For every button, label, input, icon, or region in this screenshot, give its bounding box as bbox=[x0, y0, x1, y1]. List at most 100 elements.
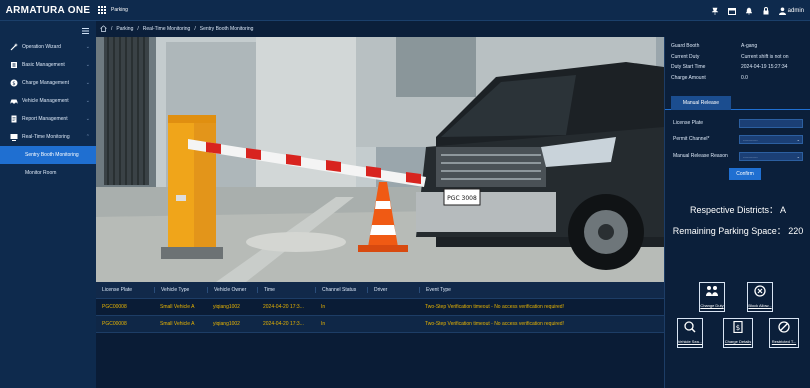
sidebar-item-label: Real-Time Monitoring bbox=[22, 134, 70, 140]
permit-channel-select[interactable]: ----------- ⌄ bbox=[739, 134, 803, 144]
sidebar-item-operation-wizard[interactable]: Operation Wizard ⌄ bbox=[0, 38, 96, 56]
sidebar-item-label: Basic Management bbox=[22, 62, 65, 68]
wand-icon bbox=[10, 43, 18, 51]
info-label: Duty Start Time bbox=[671, 64, 706, 71]
duty-icon bbox=[705, 284, 719, 302]
event-table: License Plate Vehicle Type Vehicle Owner… bbox=[96, 282, 664, 388]
breadcrumb: / Parking / Real-Time Monitoring / Sentr… bbox=[96, 21, 810, 37]
pin-icon[interactable] bbox=[711, 7, 719, 15]
charge-details-icon: $ bbox=[733, 320, 743, 338]
breadcrumb-item[interactable]: Parking bbox=[116, 26, 133, 32]
gear-icon bbox=[10, 61, 18, 69]
cell: Small Vehicle A bbox=[160, 304, 195, 310]
info-value: Current shift is not on bbox=[741, 53, 789, 60]
vehicle-search-icon bbox=[684, 320, 696, 338]
release-reason-select[interactable]: ----------- ⌄ bbox=[739, 151, 803, 161]
report-icon bbox=[10, 115, 18, 123]
camera-feed: PGC 3008 bbox=[96, 37, 664, 282]
username: admin bbox=[787, 7, 804, 14]
cell: yiqiang1002 bbox=[213, 304, 240, 310]
sidebar: Operation Wizard ⌄ Basic Management ⌄ $ … bbox=[0, 21, 96, 388]
manual-release-tabs: Manual Release bbox=[665, 96, 810, 110]
car-icon bbox=[10, 97, 18, 105]
action-label: Vehicle Sea... bbox=[677, 339, 703, 344]
app-grid-icon[interactable] bbox=[98, 5, 107, 15]
chevron-down-icon: ⌄ bbox=[796, 153, 800, 159]
info-value: 2024-04-19 15:27:34 bbox=[741, 64, 788, 71]
svg-text:$: $ bbox=[12, 81, 15, 87]
module-title: Parking bbox=[111, 7, 128, 13]
action-label: Change Duty bbox=[700, 303, 724, 308]
booth-info: Guard Booth A-gang Current Duty Current sh… bbox=[665, 37, 810, 87]
license-plate-label: License Plate bbox=[673, 120, 704, 126]
select-value: ----------- bbox=[743, 136, 758, 142]
breadcrumb-item[interactable]: Real-Time Monitoring bbox=[143, 26, 191, 32]
license-plate-input[interactable] bbox=[739, 118, 803, 128]
sidebar-item-real-time-monitoring[interactable]: Real-Time Monitoring ⌃ bbox=[0, 128, 96, 146]
sidebar-item-label: Vehicle Management bbox=[22, 98, 69, 104]
cell: PGC00008 bbox=[102, 304, 127, 310]
cell: PGC00008 bbox=[102, 321, 127, 327]
column-header: Driver bbox=[367, 287, 419, 293]
top-bar: ARMATURA ONE Parking admin bbox=[0, 0, 810, 21]
district-text: Respective Districts： A bbox=[689, 205, 787, 215]
svg-text:$: $ bbox=[736, 324, 740, 332]
table-header: License Plate Vehicle Type Vehicle Owner… bbox=[96, 282, 664, 299]
restricted-icon bbox=[778, 320, 790, 338]
info-label: Guard Booth bbox=[671, 43, 700, 50]
sidebar-item-label: Report Management bbox=[22, 116, 68, 122]
chevron-down-icon: ⌄ bbox=[85, 62, 90, 68]
sidebar-item-charge-management[interactable]: $ Charge Management ⌄ bbox=[0, 74, 96, 92]
sidebar-item-vehicle-management[interactable]: Vehicle Management ⌄ bbox=[0, 92, 96, 110]
chevron-down-icon: ⌄ bbox=[85, 44, 90, 50]
sidebar-item-basic-management[interactable]: Basic Management ⌄ bbox=[0, 56, 96, 74]
cell: 2024-04-20 17:3... bbox=[263, 304, 304, 310]
manual-release-form: License Plate Permit Channel* ----------… bbox=[665, 110, 810, 180]
user-menu[interactable]: admin bbox=[778, 7, 804, 15]
change-duty-button[interactable]: Change Duty bbox=[699, 282, 725, 312]
tab-manual-release[interactable]: Manual Release bbox=[671, 96, 731, 110]
bell-icon[interactable] bbox=[745, 7, 753, 15]
restricted-button[interactable]: Restricted T... bbox=[769, 318, 799, 348]
vehicle-search-button[interactable]: Vehicle Sea... bbox=[677, 318, 703, 348]
table-row[interactable]: PGC00008 Small Vehicle A yiqiang1002 202… bbox=[96, 299, 664, 316]
column-header: Time bbox=[257, 287, 315, 293]
chevron-up-icon: ⌃ bbox=[85, 134, 90, 140]
cell: Two-Step Verification timeout - No acces… bbox=[425, 304, 564, 310]
confirm-button[interactable]: Confirm bbox=[729, 168, 761, 180]
select-value: ----------- bbox=[743, 153, 758, 159]
coin-icon: $ bbox=[10, 79, 18, 87]
column-header: License Plate bbox=[102, 287, 133, 293]
release-reason-label: Manual Release Reason bbox=[673, 153, 728, 159]
right-panel: Guard Booth A-gang Current Duty Current sh… bbox=[664, 37, 810, 388]
cell: In bbox=[321, 321, 326, 327]
monitor-icon bbox=[10, 133, 18, 141]
permit-channel-label: Permit Channel* bbox=[673, 136, 710, 142]
block-allow-button[interactable]: Block Allow... bbox=[747, 282, 773, 312]
remaining-spaces-text: Remaining Parking Space： 220 bbox=[672, 226, 804, 236]
calendar-icon[interactable] bbox=[727, 7, 736, 15]
chevron-down-icon: ⌄ bbox=[85, 116, 90, 122]
chevron-down-icon: ⌄ bbox=[85, 98, 90, 104]
cell: Small Vehicle A bbox=[160, 321, 195, 327]
collapse-menu-icon[interactable] bbox=[82, 21, 89, 39]
column-header: Vehicle Type bbox=[154, 287, 207, 293]
cell: In bbox=[321, 304, 326, 310]
sidebar-subitem-monitor-room[interactable]: Monitor Room bbox=[0, 164, 96, 182]
chevron-down-icon: ⌄ bbox=[85, 80, 90, 86]
table-row[interactable]: PGC00008 Small Vehicle A yiqiang1002 202… bbox=[96, 316, 664, 333]
chevron-down-icon: ⌄ bbox=[796, 136, 800, 142]
camera-image: PGC 3008 bbox=[96, 37, 664, 282]
home-icon[interactable] bbox=[100, 24, 107, 34]
lock-icon[interactable] bbox=[762, 6, 770, 15]
sidebar-item-report-management[interactable]: Report Management ⌄ bbox=[0, 110, 96, 128]
charge-details-button[interactable]: $ Charge Details bbox=[723, 318, 753, 348]
cell: yiqiang1002 bbox=[213, 321, 240, 327]
sidebar-subitem-sentry-booth-monitoring[interactable]: Sentry Booth Monitoring bbox=[0, 146, 96, 164]
info-value: 0.0 bbox=[741, 74, 748, 81]
sidebar-item-label: Charge Management bbox=[22, 80, 69, 86]
column-header: Event Type bbox=[419, 287, 664, 293]
action-label: Charge Details bbox=[724, 339, 752, 344]
info-label: Charge Amount bbox=[671, 74, 706, 81]
column-header: Channel Status bbox=[315, 287, 367, 293]
